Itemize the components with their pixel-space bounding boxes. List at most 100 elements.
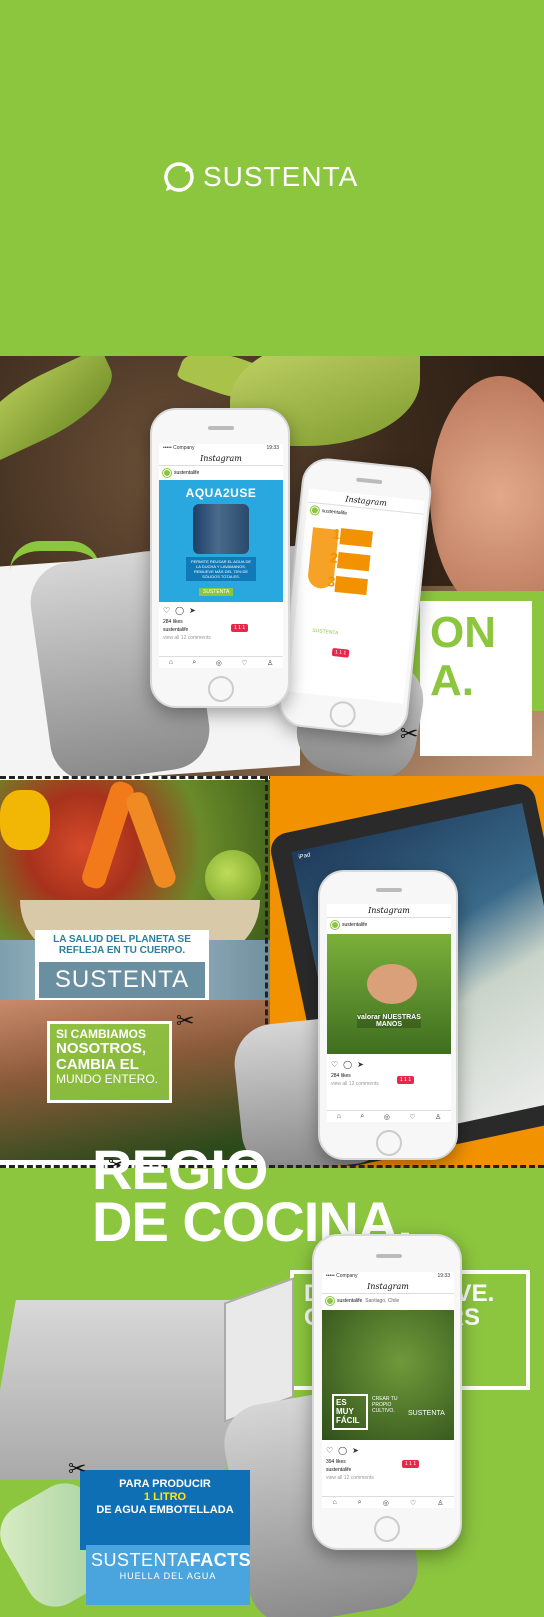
avatar[interactable] [326,1297,334,1305]
agua-line2: 1 LITRO [90,1491,240,1504]
clock: 19:33 [437,1273,450,1279]
post-aqua2use: AQUA2USE PERMITE REUSAR EL AGUA DE LA DU… [159,480,283,602]
view-comments-link[interactable]: view all 12 comments [159,634,215,642]
home-icon[interactable]: ⌂ [169,659,173,666]
heart-icon[interactable]: ♡ [410,1499,416,1507]
view-comments-link[interactable]: view all 12 comments [327,1080,383,1088]
search-icon[interactable]: ⌕ [192,659,196,667]
share-icon[interactable]: ➤ [352,1446,359,1455]
avatar[interactable] [331,921,339,929]
camera-icon[interactable]: ◎ [384,1113,390,1121]
agua-highlight: 1 LITRO [143,1491,187,1503]
comment-icon[interactable]: ◯ [175,606,184,615]
ig-user-row[interactable]: sustentalife [159,466,283,480]
ig-title: Instagram [322,1280,454,1294]
sustenta-logo: SUSTENTA [163,160,358,194]
phone-screen: Instagram sustentalife valorar NUESTRAS … [327,904,451,1122]
cambiamos-line3: CAMBIA EL [56,1056,139,1073]
phone-aqua: ••••• Company 19:33 Instagram sustentali… [150,408,290,708]
status-bar: ••••• Company 19:33 [322,1272,454,1280]
comment-icon[interactable]: ◯ [343,1060,352,1069]
agua-line3: DE AGUA EMBOTELLADA [96,1504,234,1516]
phone-earpiece [356,477,383,485]
phone-earpiece [208,426,234,430]
share-icon[interactable]: ➤ [357,1060,364,1069]
facts-subtitle: HUELLA DEL AGUA [119,1571,217,1581]
ig-user-row[interactable]: sustentalife Santiago, Chile [322,1294,454,1308]
green-text-panel: ON A. [420,601,532,756]
ig-username[interactable]: sustentalife [174,470,199,476]
home-button[interactable] [208,676,234,702]
recycle-icon [164,162,194,192]
status-bar: ••••• Company 19:33 [159,444,283,452]
cambiamos-card: SI CAMBIAMOS NOSOTROS, CAMBIA EL MUNDO E… [47,1021,172,1103]
home-button[interactable] [328,700,357,729]
salud-text: LA SALUD DEL PLANETA SE REFLEJA EN TU CU… [53,934,191,956]
view-comments-link[interactable]: view all 12 comments [322,1474,378,1482]
post-logo: SUSTENTA [311,627,339,637]
phone-earpiece [376,1254,402,1258]
avatar[interactable] [163,469,171,477]
caption-user: sustentalife [163,627,189,633]
avatar[interactable] [310,505,320,515]
post-logo: SUSTENTA [199,588,234,596]
post-text-2: CREAR TU PROPIO CULTIVO. [372,1396,398,1414]
vegetables-photo [0,778,275,960]
home-icon[interactable]: ⌂ [337,1113,341,1120]
ig-username[interactable]: sustentalife [337,1298,362,1304]
like-badge: 1 1 1 [231,624,249,632]
heart-icon[interactable]: ♡ [409,1113,415,1121]
comment-icon[interactable]: ◯ [338,1446,347,1455]
agua-card: PARA PRODUCIR 1 LITRO DE AGUA EMBOTELLAD… [80,1470,250,1550]
ig-username[interactable]: sustentalife [342,922,367,928]
kitchen-headline: REGIO DE COCINA. [92,1142,413,1250]
home-icon[interactable]: ⌂ [333,1499,337,1506]
camera-icon[interactable]: ◎ [216,659,222,667]
facts-title-b: FACTS [189,1550,252,1570]
search-icon[interactable]: ⌕ [360,1113,364,1121]
agua-line1: PARA PRODUCIR [119,1478,211,1490]
post-valorar: valorar NUESTRAS MANOS [327,934,451,1054]
ig-title: Instagram [327,904,451,918]
cambiamos-line4: MUNDO ENTERO. [56,1072,158,1086]
ig-bottom-nav: ⌂ ⌕ ◎ ♡ ♙ [159,656,283,668]
scissors-icon: ✂ [68,1456,87,1481]
step-2 [336,552,371,572]
home-button[interactable] [374,1516,400,1542]
ig-location: Santiago, Chile [365,1298,400,1304]
profile-icon[interactable]: ♙ [435,1113,441,1121]
phone-screen: Instagram sustentalife 1 2 3 SUSTENTA 1 … [287,488,425,704]
likes-count: 284 likes [163,619,183,625]
share-icon[interactable]: ➤ [189,606,196,615]
camera-icon[interactable]: ◎ [383,1499,389,1507]
carrier: ••••• Company [326,1273,358,1279]
heart-icon[interactable]: ♡ [241,659,247,667]
heart-icon[interactable]: ♡ [163,606,170,615]
post-text: valorar NUESTRAS MANOS [357,1014,421,1028]
panel-text-line1: ON [430,608,496,657]
like-badge: 1 1 1 [397,1076,415,1084]
carrier: ••••• Company [163,445,195,451]
ig-action-row: ♡ ◯ ➤ [322,1444,363,1457]
step-3 [334,575,368,596]
heart-icon[interactable]: ♡ [326,1446,333,1455]
phone-screen: ••••• Company 19:33 Instagram sustentali… [322,1272,454,1508]
salud-logo: SUSTENTA [39,962,205,998]
scissors-icon: ✂ [176,1008,195,1033]
panel-text-line2: A. [430,656,474,705]
heart-icon[interactable]: ♡ [331,1060,338,1069]
ig-bottom-nav: ⌂ ⌕ ◎ ♡ ♙ [322,1496,454,1508]
clock: 19:33 [266,445,279,451]
search-icon[interactable]: ⌕ [358,1499,362,1507]
aqua-device-image [193,504,249,554]
phone-cultivo: ••••• Company 19:33 Instagram sustentali… [312,1234,462,1550]
like-badge: 1 1 1 [331,647,350,658]
profile-icon[interactable]: ♙ [437,1499,443,1507]
ig-bottom-nav: ⌂ ⌕ ◎ ♡ ♙ [327,1110,451,1122]
profile-icon[interactable]: ♙ [267,659,273,667]
phone-earpiece [376,888,402,892]
ig-user-row[interactable]: sustentalife [327,918,451,932]
ig-username[interactable]: sustentalife [321,508,347,517]
step-1 [339,528,373,548]
likes-count: 284 likes [331,1073,351,1079]
